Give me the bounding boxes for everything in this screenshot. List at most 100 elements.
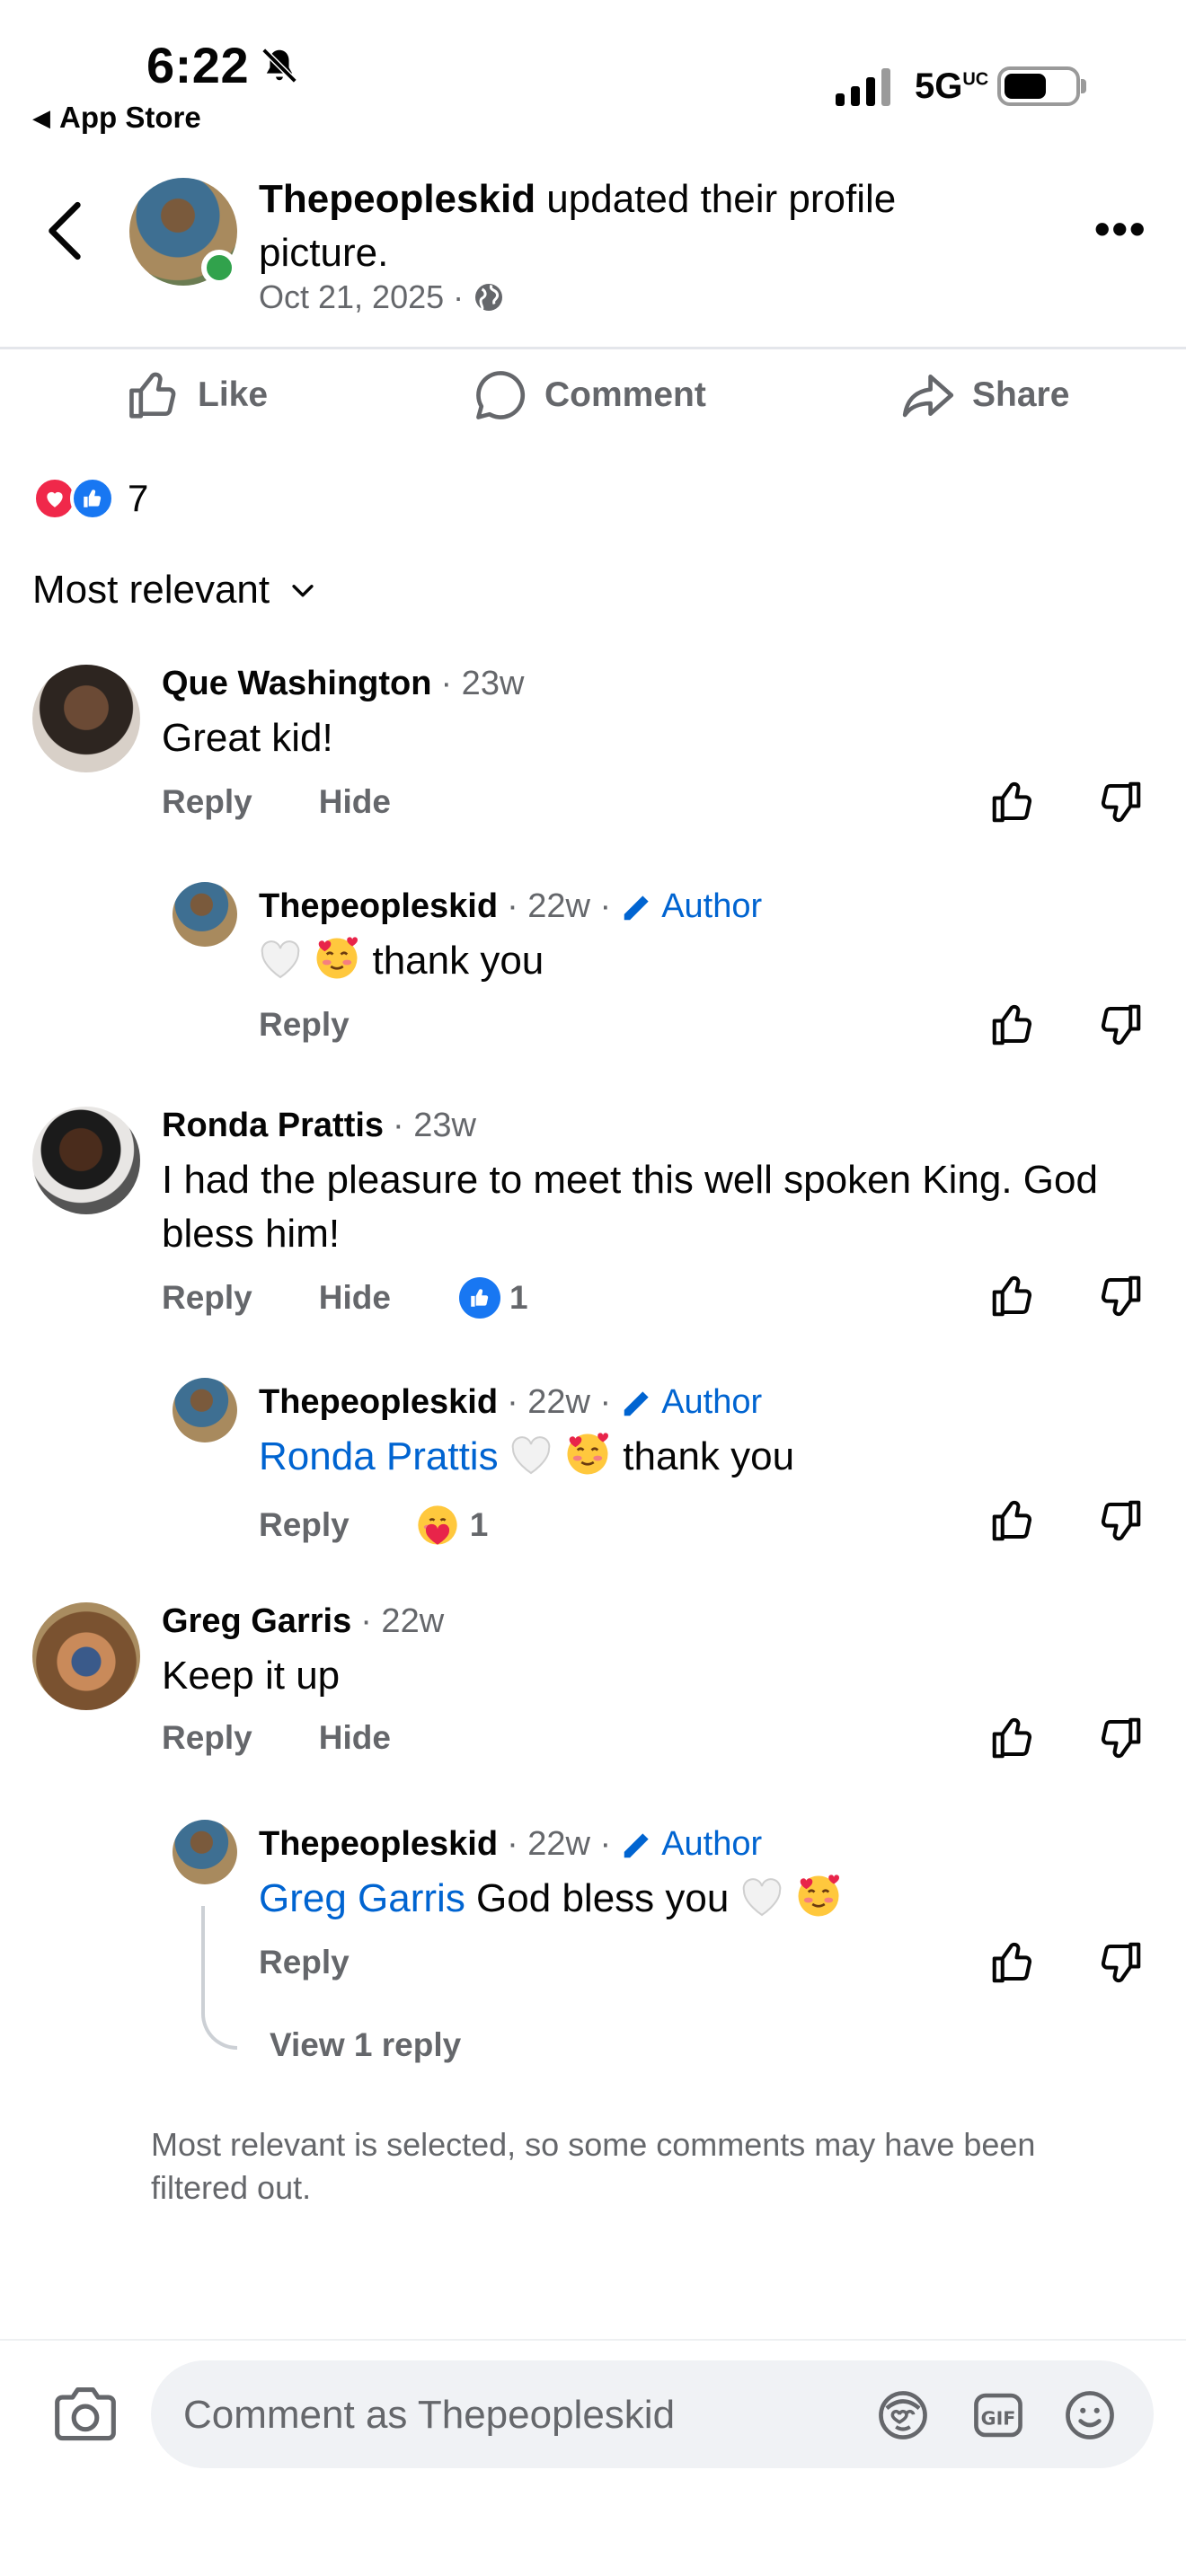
comments-screen: 6:22 ◀ App Store 5GUC Thepeopleskid upda… xyxy=(0,0,1186,2576)
upvote-icon[interactable] xyxy=(988,778,1037,826)
reply-header: Thepeopleskid · 22w · Author xyxy=(259,887,762,926)
reply-text: Ronda Prattis thank you xyxy=(259,1430,794,1484)
mention-link[interactable]: Greg Garris xyxy=(259,1876,465,1920)
smiling-face-hearts-emoji xyxy=(567,1433,609,1475)
reply-button[interactable]: Reply xyxy=(162,1719,252,1757)
author-label: Author xyxy=(661,1825,763,1863)
upvote-icon[interactable] xyxy=(988,1714,1037,1762)
white-heart-emoji xyxy=(742,1878,781,1917)
commenter-avatar[interactable] xyxy=(32,1602,140,1710)
commenter-avatar[interactable] xyxy=(32,665,140,772)
like-reaction-icon xyxy=(458,1277,500,1319)
hide-button[interactable]: Hide xyxy=(319,1279,391,1317)
reply-button[interactable]: Reply xyxy=(259,1006,350,1044)
meta-separator: · xyxy=(453,278,465,315)
upvote-icon[interactable] xyxy=(988,1001,1037,1049)
reply-button[interactable]: Reply xyxy=(162,783,252,821)
downvote-icon[interactable] xyxy=(1096,1001,1145,1049)
gif-icon[interactable]: GIF xyxy=(970,2387,1026,2443)
reply-author-name[interactable]: Thepeopleskid xyxy=(259,1383,498,1422)
downvote-icon[interactable] xyxy=(1096,1496,1145,1545)
commenter-avatar[interactable] xyxy=(32,1107,140,1214)
upvote-icon[interactable] xyxy=(988,1272,1037,1320)
reply-button[interactable]: Reply xyxy=(259,1506,350,1544)
reaction-count: 7 xyxy=(128,477,149,519)
reply-author-name[interactable]: Thepeopleskid xyxy=(259,887,498,926)
emoji-icon[interactable] xyxy=(1062,2387,1118,2443)
header-divider xyxy=(0,347,1186,349)
white-heart-emoji xyxy=(261,940,300,979)
comment-header: Ronda Prattis · 23w xyxy=(162,1107,476,1145)
comment-actions: Reply Hide xyxy=(162,1719,391,1757)
post-date: Oct 21, 2025 xyxy=(259,278,445,315)
comment-input-placeholder[interactable]: Comment as Thepeopleskid xyxy=(183,2393,675,2438)
like-reaction-icon xyxy=(70,476,115,521)
comment-text: I had the pleasure to meet this well spo… xyxy=(162,1158,1098,1256)
bell-muted-icon xyxy=(261,48,297,84)
like-count: 1 xyxy=(509,1279,528,1316)
downvote-icon[interactable] xyxy=(1096,1714,1145,1762)
avatar-sticker-icon[interactable] xyxy=(875,2387,931,2443)
mention-link[interactable]: Ronda Prattis xyxy=(259,1434,499,1478)
pencil-icon xyxy=(624,1832,649,1857)
reply-time: · 22w · xyxy=(507,887,612,925)
reply-actions: Reply xyxy=(259,1944,350,1981)
reaction-summary[interactable]: 7 xyxy=(32,476,148,521)
author-label: Author xyxy=(661,1383,763,1421)
globe-icon xyxy=(475,284,503,311)
reply-button[interactable]: Reply xyxy=(259,1944,350,1981)
share-button[interactable]: Share xyxy=(900,359,1069,431)
comment-button[interactable]: Comment xyxy=(473,359,706,431)
back-chevron-icon[interactable] xyxy=(43,199,84,262)
comment-time: · 23w xyxy=(393,1107,476,1144)
reply-button[interactable]: Reply xyxy=(162,1279,252,1317)
reply-author-name[interactable]: Thepeopleskid xyxy=(259,1825,498,1864)
reply-time: · 22w · xyxy=(507,1383,612,1421)
reply-message: God bless you xyxy=(465,1876,740,1920)
downvote-icon[interactable] xyxy=(1096,778,1145,826)
comment-label: Comment xyxy=(544,375,706,414)
pencil-icon xyxy=(624,1390,649,1416)
post-meta: Oct 21, 2025 · xyxy=(259,278,505,316)
comment-text: Keep it up xyxy=(162,1654,341,1698)
reply-reaction-badge[interactable]: 1 xyxy=(414,1502,488,1548)
hide-button[interactable]: Hide xyxy=(319,783,391,821)
hide-button[interactable]: Hide xyxy=(319,1719,391,1757)
sort-dropdown[interactable]: Most relevant xyxy=(32,568,318,613)
downvote-icon[interactable] xyxy=(1096,1272,1145,1320)
battery-icon xyxy=(997,66,1080,106)
hugging-face-emoji xyxy=(418,1505,457,1545)
signal-icon xyxy=(836,66,890,106)
like-label: Like xyxy=(198,375,269,414)
upvote-icon[interactable] xyxy=(988,1496,1037,1545)
camera-icon[interactable] xyxy=(52,2386,119,2445)
battery-cap xyxy=(1081,79,1086,93)
back-to-app-store[interactable]: ◀ App Store xyxy=(32,101,201,135)
commenter-name[interactable]: Que Washington xyxy=(162,665,431,703)
reply-actions: Reply xyxy=(259,1006,350,1044)
commenter-name[interactable]: Greg Garris xyxy=(162,1602,351,1641)
comment-composer[interactable]: Comment as Thepeopleskid GIF xyxy=(151,2360,1154,2468)
upvote-icon[interactable] xyxy=(988,1938,1037,1987)
comment-like-badge[interactable]: 1 xyxy=(458,1277,528,1319)
online-status-dot xyxy=(201,250,237,286)
author-label: Author xyxy=(661,887,763,925)
reply-avatar[interactable] xyxy=(173,1820,237,1884)
reply-time: · 22w · xyxy=(507,1825,612,1863)
svg-text:GIF: GIF xyxy=(981,2407,1016,2429)
comment-header: Que Washington · 23w xyxy=(162,665,524,703)
more-options-icon[interactable]: ••• xyxy=(1094,207,1147,251)
reply-header: Thepeopleskid · 22w · Author xyxy=(259,1383,762,1422)
reply-avatar[interactable] xyxy=(173,882,237,947)
comment-text: Great kid! xyxy=(162,716,333,760)
downvote-icon[interactable] xyxy=(1096,1938,1145,1987)
like-button[interactable]: Like xyxy=(126,359,268,431)
post-author-name[interactable]: Thepeopleskid xyxy=(259,177,535,221)
view-replies-link[interactable]: View 1 reply xyxy=(270,2026,461,2064)
comment-header: Greg Garris · 22w xyxy=(162,1602,444,1641)
reply-avatar[interactable] xyxy=(173,1378,237,1442)
network-type: 5GUC xyxy=(915,66,989,106)
reply-message: thank you xyxy=(372,939,544,983)
commenter-name[interactable]: Ronda Prattis xyxy=(162,1107,384,1145)
white-heart-emoji xyxy=(511,1436,551,1475)
